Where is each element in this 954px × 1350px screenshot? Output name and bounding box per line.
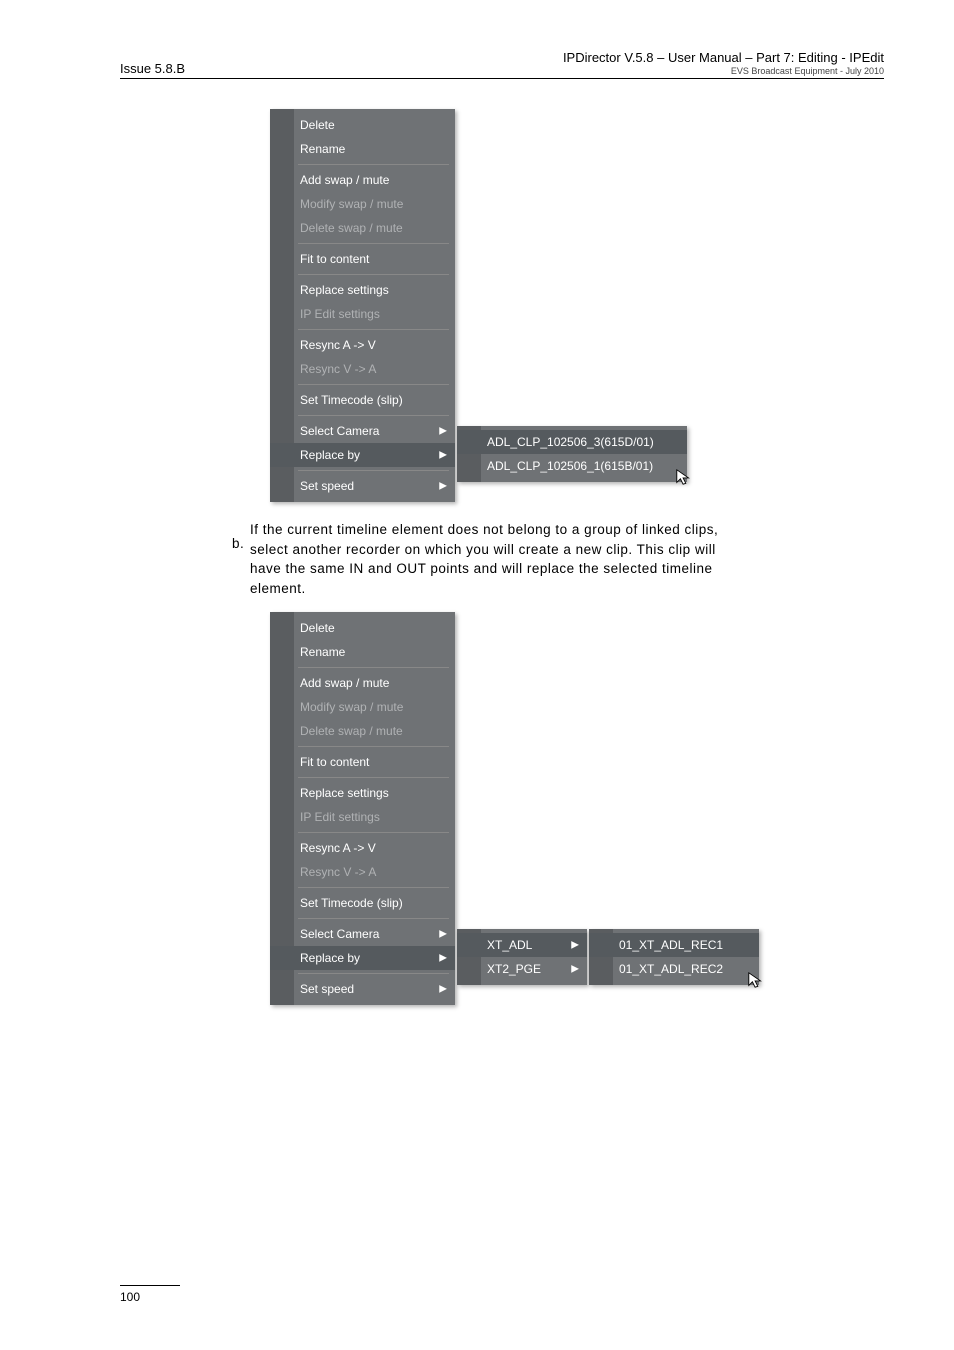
menu-separator (298, 470, 449, 471)
menu-modify-swap: Modify swap / mute (270, 695, 455, 719)
menu-separator (298, 667, 449, 668)
chevron-right-icon: ▶ (439, 929, 447, 940)
menu-ip-edit-settings: IP Edit settings (270, 302, 455, 326)
menu-delete[interactable]: Delete (270, 616, 455, 640)
menu-separator (298, 415, 449, 416)
menu-separator (298, 918, 449, 919)
submenu-clip-1[interactable]: ADL_CLP_102506_3(615D/01) (457, 430, 687, 454)
menu-select-camera[interactable]: Select Camera ▶ (270, 419, 455, 443)
submenu-recorder-2[interactable]: 01_XT_ADL_REC2 (589, 957, 759, 981)
header-right: IPDirector V.5.8 – User Manual – Part 7:… (563, 50, 884, 76)
submenu-server-xt2-pge[interactable]: XT2_PGE ▶ (457, 957, 587, 981)
menu-separator (298, 777, 449, 778)
submenu-server-xt-adl[interactable]: XT_ADL ▶ (457, 933, 587, 957)
menu-separator (298, 274, 449, 275)
menu-delete-swap: Delete swap / mute (270, 719, 455, 743)
paragraph-line-1: If the current timeline element does not… (250, 522, 718, 537)
menu-select-camera-label: Select Camera (300, 424, 379, 438)
menu-set-speed-label: Set speed (300, 479, 354, 493)
paragraph-b: b.If the current timeline element does n… (250, 520, 884, 598)
menu-modify-swap: Modify swap / mute (270, 192, 455, 216)
chevron-right-icon: ▶ (439, 450, 447, 461)
menu-rename[interactable]: Rename (270, 640, 455, 664)
menu-separator (298, 887, 449, 888)
menu-delete[interactable]: Delete (270, 113, 455, 137)
context-menu-2[interactable]: Delete Rename Add swap / mute Modify swa… (270, 612, 455, 1005)
menu-set-speed[interactable]: Set speed ▶ (270, 977, 455, 1001)
page-number: 100 (120, 1290, 140, 1304)
submenu-xt2-pge-label: XT2_PGE (487, 962, 541, 976)
context-menu[interactable]: Delete Rename Add swap / mute Modify swa… (270, 109, 455, 502)
submenu-recorder-1[interactable]: 01_XT_ADL_REC1 (589, 933, 759, 957)
menu-separator (298, 329, 449, 330)
menu-add-swap[interactable]: Add swap / mute (270, 671, 455, 695)
menu-replace-by-label: Replace by (300, 448, 360, 462)
submenu-xt-adl-label: XT_ADL (487, 938, 532, 952)
doc-meta: EVS Broadcast Equipment - July 2010 (563, 66, 884, 76)
menu-replace-by[interactable]: Replace by ▶ (270, 946, 455, 970)
menu-replace-by[interactable]: Replace by ▶ (270, 443, 455, 467)
submenu-clip-2[interactable]: ADL_CLP_102506_1(615B/01) (457, 454, 687, 478)
menu-resync-av[interactable]: Resync A -> V (270, 836, 455, 860)
menu-separator (298, 973, 449, 974)
menu-rename[interactable]: Rename (270, 137, 455, 161)
menu-set-timecode[interactable]: Set Timecode (slip) (270, 891, 455, 915)
menu-set-timecode[interactable]: Set Timecode (slip) (270, 388, 455, 412)
menu-delete-swap: Delete swap / mute (270, 216, 455, 240)
context-menu-figure-2: Delete Rename Add swap / mute Modify swa… (270, 612, 884, 1005)
chevron-right-icon: ▶ (439, 426, 447, 437)
menu-set-speed-label: Set speed (300, 982, 354, 996)
page-header: Issue 5.8.B IPDirector V.5.8 – User Manu… (120, 50, 884, 79)
issue-label: Issue 5.8.B (120, 61, 185, 76)
menu-fit-content[interactable]: Fit to content (270, 247, 455, 271)
page-footer: 100 (120, 1285, 180, 1304)
menu-resync-va: Resync V -> A (270, 860, 455, 884)
replace-by-submenu[interactable]: ADL_CLP_102506_3(615D/01) ADL_CLP_102506… (457, 426, 687, 482)
chevron-right-icon: ▶ (439, 984, 447, 995)
context-menu-figure-1: Delete Rename Add swap / mute Modify swa… (270, 109, 884, 502)
doc-title: IPDirector V.5.8 – User Manual – Part 7:… (563, 50, 884, 65)
menu-resync-va: Resync V -> A (270, 357, 455, 381)
menu-ip-edit-settings: IP Edit settings (270, 805, 455, 829)
menu-select-camera[interactable]: Select Camera ▶ (270, 922, 455, 946)
menu-resync-av[interactable]: Resync A -> V (270, 333, 455, 357)
replace-by-submenu-servers[interactable]: XT_ADL ▶ XT2_PGE ▶ (457, 929, 587, 985)
menu-replace-by-label: Replace by (300, 951, 360, 965)
menu-separator (298, 384, 449, 385)
cursor-icon (747, 971, 765, 989)
menu-separator (298, 832, 449, 833)
chevron-right-icon: ▶ (571, 940, 579, 951)
replace-by-submenu-recorders[interactable]: 01_XT_ADL_REC1 01_XT_ADL_REC2 (589, 929, 759, 985)
menu-separator (298, 243, 449, 244)
paragraph-label: b. (232, 534, 244, 554)
menu-replace-settings[interactable]: Replace settings (270, 781, 455, 805)
paragraph-line-4: element. (250, 581, 306, 596)
menu-select-camera-label: Select Camera (300, 927, 379, 941)
menu-replace-settings[interactable]: Replace settings (270, 278, 455, 302)
paragraph-line-3: have the same IN and OUT points and will… (250, 561, 712, 576)
menu-separator (298, 164, 449, 165)
paragraph-line-2: select another recorder on which you wil… (250, 542, 716, 557)
menu-separator (298, 746, 449, 747)
cursor-icon (675, 468, 693, 486)
chevron-right-icon: ▶ (571, 964, 579, 975)
chevron-right-icon: ▶ (439, 953, 447, 964)
menu-set-speed[interactable]: Set speed ▶ (270, 474, 455, 498)
chevron-right-icon: ▶ (439, 481, 447, 492)
menu-add-swap[interactable]: Add swap / mute (270, 168, 455, 192)
menu-fit-content[interactable]: Fit to content (270, 750, 455, 774)
